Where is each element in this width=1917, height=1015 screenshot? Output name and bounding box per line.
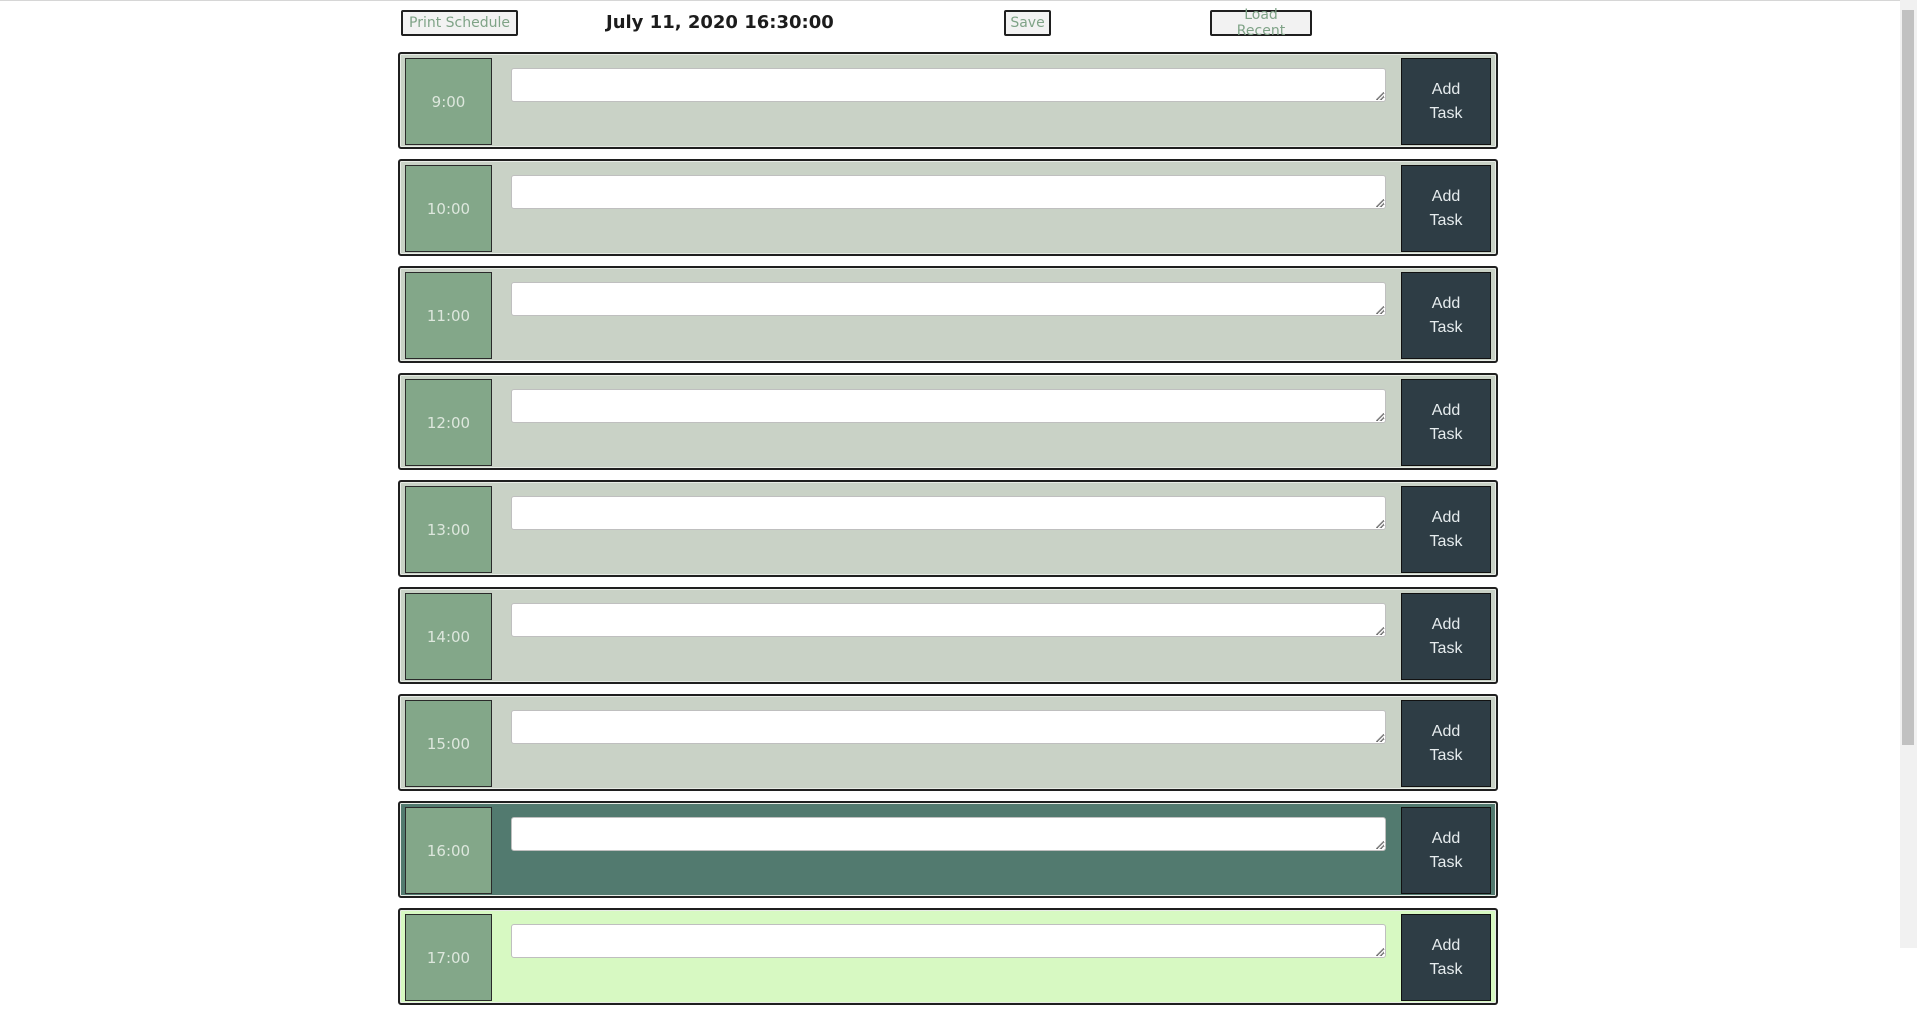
time-block-row: 15:00 Add Task bbox=[398, 694, 1498, 791]
task-input[interactable] bbox=[511, 924, 1386, 958]
hour-label: 13:00 bbox=[405, 486, 492, 573]
toolbar: Print Schedule July 11, 2020 16:30:00 Sa… bbox=[400, 7, 1498, 40]
task-input[interactable] bbox=[511, 68, 1386, 102]
print-schedule-button[interactable]: Print Schedule bbox=[401, 10, 518, 36]
add-task-button[interactable]: Add Task bbox=[1401, 165, 1491, 252]
time-block-row: 12:00 Add Task bbox=[398, 373, 1498, 470]
add-task-button[interactable]: Add Task bbox=[1401, 700, 1491, 787]
add-task-button[interactable]: Add Task bbox=[1401, 272, 1491, 359]
time-block-row: 10:00 Add Task bbox=[398, 159, 1498, 256]
load-recent-button[interactable]: Load Recent bbox=[1210, 7, 1312, 39]
hour-label: 14:00 bbox=[405, 593, 492, 680]
add-task-button[interactable]: Add Task bbox=[1401, 593, 1491, 680]
time-block-row: 17:00 Add Task bbox=[398, 908, 1498, 1005]
current-datetime: July 11, 2020 16:30:00 bbox=[606, 12, 834, 33]
time-block-row: 11:00 Add Task bbox=[398, 266, 1498, 363]
hour-label: 11:00 bbox=[405, 272, 492, 359]
task-input[interactable] bbox=[511, 603, 1386, 637]
hour-label: 12:00 bbox=[405, 379, 492, 466]
hour-label: 9:00 bbox=[405, 58, 492, 145]
task-input[interactable] bbox=[511, 496, 1386, 530]
task-input[interactable] bbox=[511, 175, 1386, 209]
add-task-button[interactable]: Add Task bbox=[1401, 914, 1491, 1001]
task-input[interactable] bbox=[511, 817, 1386, 851]
save-button[interactable]: Save bbox=[1004, 10, 1051, 36]
time-block-row: 9:00 Add Task bbox=[398, 52, 1498, 149]
top-border bbox=[0, 0, 1917, 1]
hour-label: 17:00 bbox=[405, 914, 492, 1001]
time-block-row: 13:00 Add Task bbox=[398, 480, 1498, 577]
page-scrollbar[interactable] bbox=[1900, 0, 1917, 948]
task-input[interactable] bbox=[511, 282, 1386, 316]
schedule-rows: 9:00 Add Task 10:00 Add Task 11:00 Add T… bbox=[398, 52, 1498, 1015]
task-input[interactable] bbox=[511, 389, 1386, 423]
add-task-button[interactable]: Add Task bbox=[1401, 379, 1491, 466]
add-task-button[interactable]: Add Task bbox=[1401, 58, 1491, 145]
time-block-row: 14:00 Add Task bbox=[398, 587, 1498, 684]
hour-label: 16:00 bbox=[405, 807, 492, 894]
task-input[interactable] bbox=[511, 710, 1386, 744]
hour-label: 15:00 bbox=[405, 700, 492, 787]
add-task-button[interactable]: Add Task bbox=[1401, 486, 1491, 573]
hour-label: 10:00 bbox=[405, 165, 492, 252]
add-task-button[interactable]: Add Task bbox=[1401, 807, 1491, 894]
time-block-row: 16:00 Add Task bbox=[398, 801, 1498, 898]
scrollbar-thumb[interactable] bbox=[1902, 10, 1914, 745]
